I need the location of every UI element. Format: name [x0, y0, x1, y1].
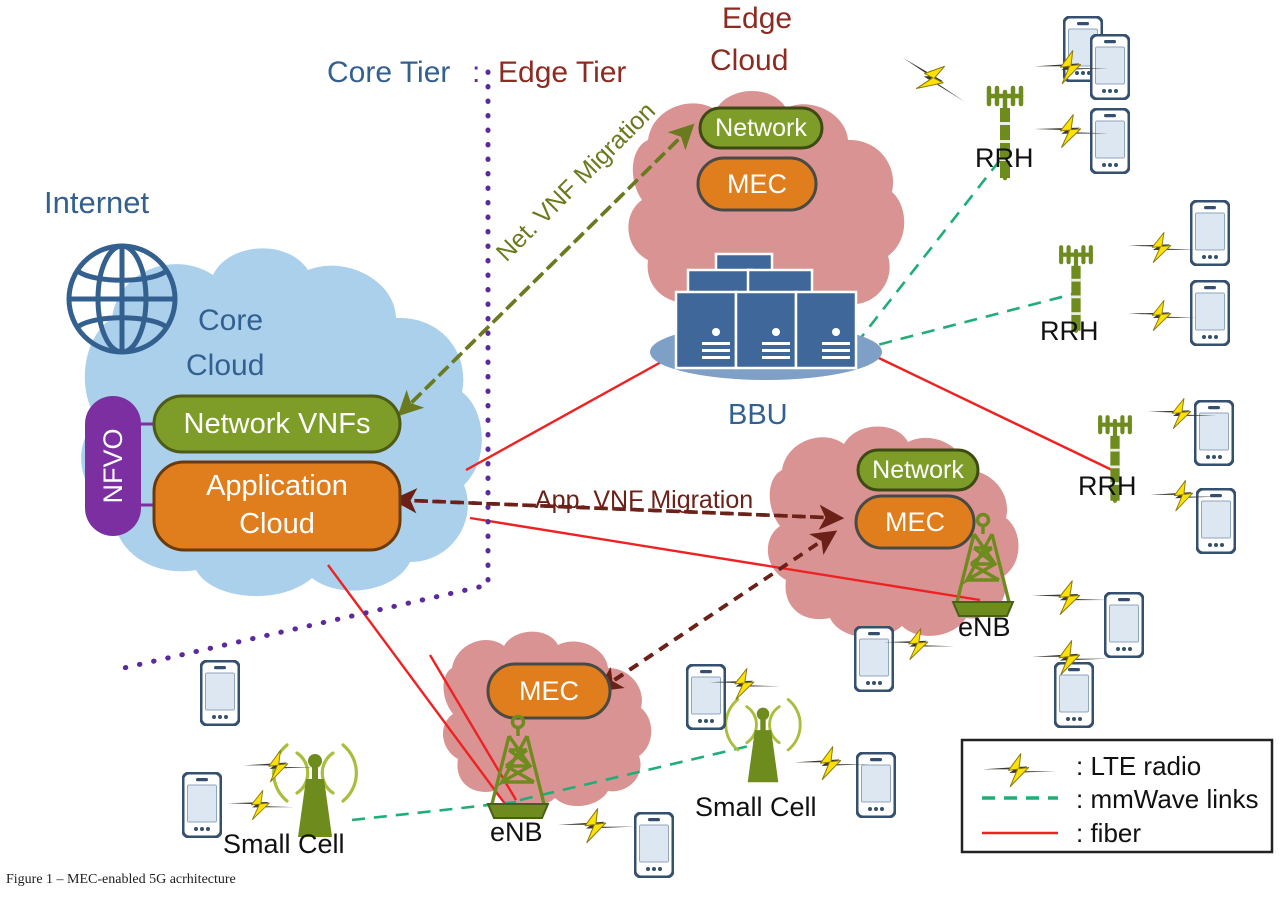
edge-cloud-top-title-line1: Edge	[722, 2, 793, 35]
edge-bottom-mec-label: MEC	[519, 675, 579, 706]
bbu-label: BBU	[728, 399, 788, 431]
lte-bolt-4	[1126, 225, 1198, 268]
phone-6	[1194, 400, 1234, 466]
lte-bolt-14	[226, 783, 296, 825]
application-cloud-label-line2: Cloud	[239, 507, 315, 540]
small-cell-tower-1[interactable]	[272, 743, 358, 839]
edge-top-mec-label: MEC	[727, 168, 787, 199]
legend-item-fiber-text: : fiber	[1076, 818, 1142, 848]
phone-10	[1054, 662, 1094, 728]
rrh-label-3: RRH	[1078, 471, 1137, 501]
phone-13	[200, 660, 240, 726]
internet-label: Internet	[44, 185, 150, 220]
legend-item-lte-text: : LTE radio	[1076, 751, 1202, 781]
edge-mid-mec-label: MEC	[885, 506, 945, 537]
core-tier-label: Core Tier	[327, 56, 451, 89]
phone-11	[686, 664, 726, 730]
rrh-label-2: RRH	[1040, 316, 1099, 346]
application-cloud-label-line1: Application	[206, 469, 348, 502]
phone-12	[856, 752, 896, 818]
edge-cloud-top-title-line2: Cloud	[710, 44, 789, 77]
phone-8	[1104, 592, 1144, 658]
figure-canvas: Core Tier : Edge Tier Internet Core Clou…	[0, 0, 1280, 899]
enb-label-1: eNB	[958, 612, 1011, 642]
edge-cloud-bottom-shape	[442, 631, 652, 808]
lte-bolt-8	[1030, 572, 1110, 621]
phone-15	[634, 812, 674, 878]
lte-bolt-13	[242, 742, 316, 789]
network-vnfs-label: Network VNFs	[183, 407, 371, 440]
app-vnf-migration-label: App. VNF Migration	[535, 486, 754, 514]
figure-caption: Figure 1 – MEC-enabled 5G acrhitecture	[6, 872, 236, 887]
core-cloud-title-line1: Core	[198, 304, 264, 337]
small-cell-tower-2[interactable]	[724, 698, 802, 784]
phone-2	[1090, 34, 1130, 100]
phone-4	[1190, 200, 1230, 266]
edge-mid-network-label: Network	[872, 455, 964, 484]
lte-bolt-15	[556, 799, 636, 850]
tier-separator-label: :	[472, 56, 481, 89]
phone-7	[1196, 488, 1236, 554]
legend-item-mmwave-text: : mmWave links	[1076, 784, 1259, 814]
globe-icon	[66, 243, 178, 355]
small-cell-label-2: Small Cell	[695, 792, 817, 822]
enb-label-2: eNB	[490, 817, 543, 847]
core-cloud-title-line2: Cloud	[186, 349, 265, 382]
rrh-label-1: RRH	[975, 143, 1034, 173]
phone-14	[182, 772, 222, 838]
edge-tier-label: Edge Tier	[498, 56, 627, 89]
phone-5	[1190, 280, 1230, 346]
edge-top-network-label: Network	[715, 113, 807, 142]
phone-3	[1090, 108, 1130, 174]
lte-bolt-5	[1126, 293, 1198, 336]
fiber-link-core-bbu	[465, 354, 673, 472]
phone-9	[854, 626, 894, 692]
small-cell-label-1: Small Cell	[223, 829, 345, 859]
lte-bolt-1	[894, 52, 974, 105]
nfvo-label: NFVO	[97, 428, 128, 504]
